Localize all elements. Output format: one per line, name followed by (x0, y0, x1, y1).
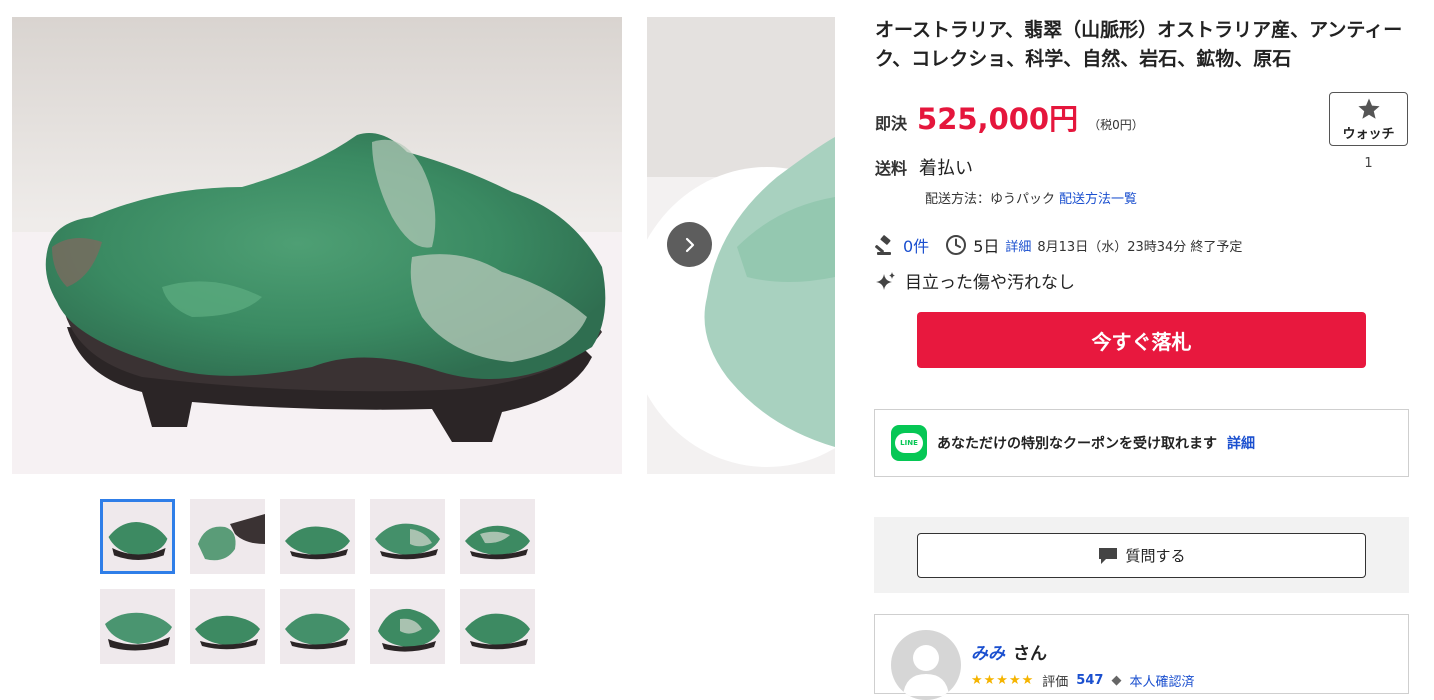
shipping-label: 送料 (875, 159, 908, 178)
watch-count: 1 (1364, 156, 1373, 171)
condition-text: 目立った傷や汚れなし (905, 273, 1075, 293)
next-image-button[interactable] (667, 222, 712, 267)
thumbnail-10[interactable] (460, 589, 535, 664)
end-time: 8月13日（水）23時34分 終了予定 (1037, 239, 1243, 255)
shipping-method-row: 配送方法：ゆうパック 配送方法一覧 (925, 188, 1137, 207)
user-avatar-icon[interactable] (891, 630, 961, 700)
shipping-value: 着払い (919, 158, 974, 179)
shipping-method: 配送方法：ゆうパック (925, 192, 1056, 207)
thumbnail-1[interactable] (100, 499, 175, 574)
star-icon (1357, 98, 1380, 119)
thumbnail-9[interactable] (370, 589, 445, 664)
rating-count[interactable]: 547 (1076, 673, 1103, 688)
thumbnail-3[interactable] (280, 499, 355, 574)
watch-button[interactable]: ウォッチ (1329, 92, 1408, 146)
shipping-list-link[interactable]: 配送方法一覧 (1059, 188, 1137, 207)
seller-card: みみ さん ★★★★★ 評価 547 ◆ 本人確認済 (874, 614, 1409, 700)
seller-rating-row: ★★★★★ 評価 547 ◆ 本人確認済 (971, 671, 1194, 690)
gavel-icon (875, 235, 891, 255)
main-product-photo[interactable] (12, 17, 622, 474)
tax-note: （税0円） (1088, 118, 1144, 132)
ask-question-label: 質問する (1125, 547, 1186, 565)
price-row: 即決 525,000円 （税0円） (875, 96, 1144, 138)
time-left: 5日 (973, 237, 1000, 256)
thumbnail-6[interactable] (100, 589, 175, 664)
thumbnail-strip (100, 499, 540, 669)
condition-row: 目立った傷や汚れなし (875, 268, 1075, 293)
bid-count[interactable]: 0件 (903, 233, 929, 257)
rating-stars: ★★★★★ (971, 673, 1035, 688)
price-value: 525,000円 (917, 102, 1079, 136)
item-title: オーストラリア、翡翠（山脈形）オストラリア産、アンティーク、コレクショ、科学、自… (875, 19, 1403, 70)
line-icon-label: LINE (900, 439, 918, 447)
chevron-right-icon (685, 237, 694, 252)
buy-now-label: 即決 (875, 114, 908, 133)
sparkle-icon (876, 271, 895, 290)
verified-icon: ◆ (1111, 673, 1122, 688)
line-coupon-banner[interactable]: LINE あなただけの特別なクーポンを受け取れます 詳細 (874, 409, 1409, 477)
speech-bubble-icon (1099, 547, 1118, 564)
thumbnail-2[interactable] (190, 499, 265, 574)
thumbnail-7[interactable] (190, 589, 265, 664)
seller-name[interactable]: みみ (971, 639, 1005, 664)
watch-label: ウォッチ (1342, 126, 1395, 142)
thumbnail-4[interactable] (370, 499, 445, 574)
verified-label[interactable]: 本人確認済 (1129, 671, 1194, 690)
seller-name-row: みみ さん (971, 639, 1047, 664)
seller-suffix: さん (1013, 644, 1047, 664)
buy-now-button[interactable]: 今すぐ落札 (917, 312, 1366, 368)
rating-label: 評価 (1042, 675, 1069, 690)
auction-status-row: 0件 5日 詳細 8月13日（水）23時34分 終了予定 (875, 233, 1242, 257)
ask-question-button[interactable]: 質問する (917, 533, 1366, 578)
line-icon: LINE (891, 425, 927, 461)
thumbnail-5[interactable] (460, 499, 535, 574)
detail-link[interactable]: 詳細 (1005, 236, 1031, 255)
thumbnail-8[interactable] (280, 589, 355, 664)
shipping-row: 送料 着払い (875, 154, 973, 180)
coupon-detail-link[interactable]: 詳細 (1227, 433, 1255, 453)
clock-icon (946, 235, 967, 255)
coupon-text: あなただけの特別なクーポンを受け取れます (937, 436, 1217, 452)
